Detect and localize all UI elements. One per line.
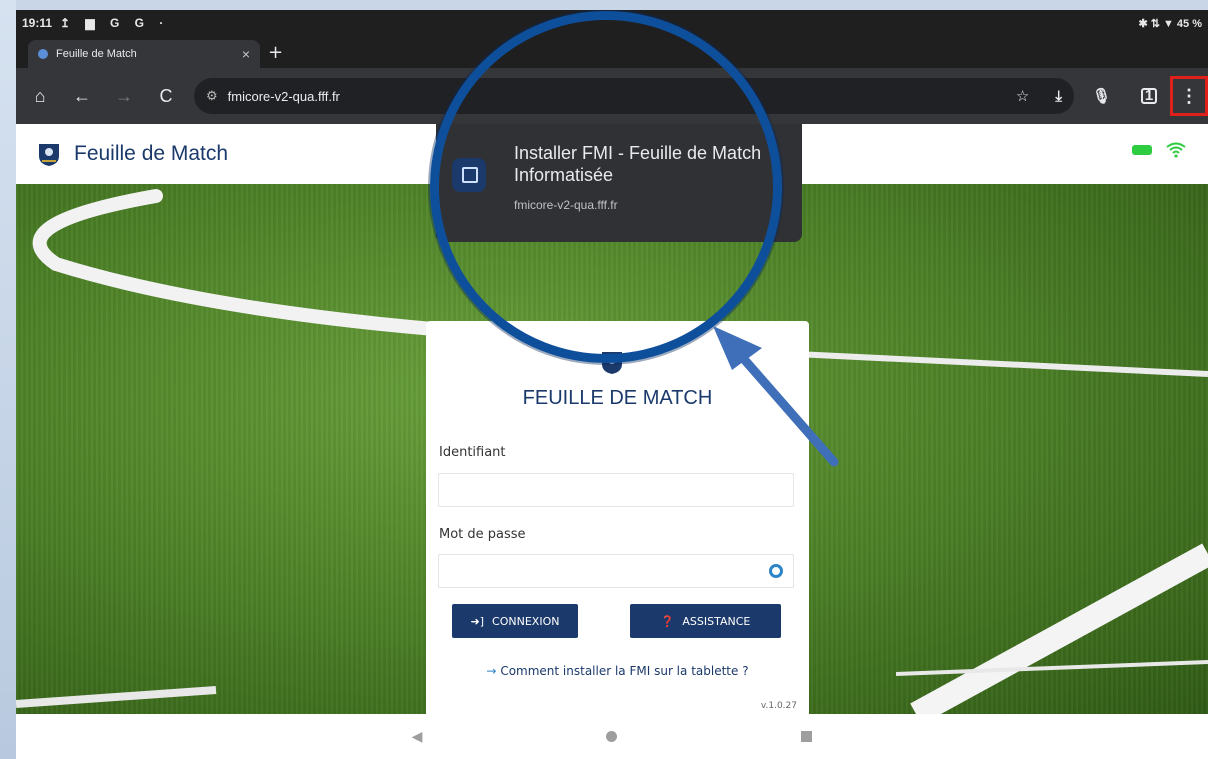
status-bar: 19:11 ↥ ▆ G G · ✱ ⇅ ▼ 45 % xyxy=(16,10,1208,36)
close-tab-icon[interactable]: × xyxy=(242,46,250,62)
tab-count-icon[interactable]: 1 xyxy=(1141,88,1158,104)
login-card: FEUILLE DE MATCH Identifiant Mot de pass… xyxy=(426,321,809,721)
tab-title: Feuille de Match xyxy=(56,48,137,60)
show-password-icon[interactable] xyxy=(769,564,783,578)
password-input[interactable] xyxy=(438,554,794,588)
back-icon[interactable]: ← xyxy=(68,86,96,107)
connect-button[interactable]: ➜] CONNEXION xyxy=(452,604,578,638)
app-title: Feuille de Match xyxy=(74,142,229,165)
install-app-domain: fmicore-v2-qua.fff.fr xyxy=(514,198,618,212)
fff-crest-icon xyxy=(38,141,60,167)
bookmark-star-icon[interactable]: ☆ xyxy=(1016,87,1029,105)
install-app-popup[interactable]: Installer FMI - Feuille de Match Informa… xyxy=(436,124,802,242)
home-icon[interactable]: ⌂ xyxy=(26,86,54,107)
tablet-screen: 19:11 ↥ ▆ G G · ✱ ⇅ ▼ 45 % Feuille de Ma… xyxy=(16,10,1208,759)
username-label: Identifiant xyxy=(439,445,506,460)
browser-tab[interactable]: Feuille de Match × xyxy=(28,40,260,68)
login-title: FEUILLE DE MATCH xyxy=(522,387,713,409)
login-icon: ➜] xyxy=(470,614,485,628)
wifi-icon xyxy=(1166,142,1186,158)
connect-label: CONNEXION xyxy=(492,614,560,628)
status-right: ✱ ⇅ ▼ 45 % xyxy=(1138,17,1202,30)
more-vert-icon: ⋮ xyxy=(1180,85,1198,106)
battery-icon xyxy=(1132,145,1152,155)
address-bar[interactable]: ⚙ fmicore-v2-qua.fff.fr ☆ ⤓ xyxy=(194,78,1074,114)
app-version: v.1.0.27 xyxy=(760,701,797,711)
android-nav-bar: ◀ xyxy=(16,714,1208,759)
browser-toolbar: ⌂ ← → C ⚙ fmicore-v2-qua.fff.fr ☆ ⤓ 🎙︎ 1… xyxy=(16,68,1208,124)
install-app-icon xyxy=(452,158,486,192)
new-tab-button[interactable]: + xyxy=(268,42,283,63)
install-help-text[interactable]: Comment installer la FMI sur la tablette… xyxy=(500,664,748,678)
install-app-title[interactable]: Installer FMI - Feuille de Match Informa… xyxy=(514,142,784,186)
status-time: 19:11 xyxy=(22,16,53,30)
download-icon[interactable]: ⤓ xyxy=(1055,88,1062,105)
tab-strip: Feuille de Match × + xyxy=(16,36,1208,68)
home-nav-icon[interactable] xyxy=(606,731,618,742)
back-nav-icon[interactable]: ◀ xyxy=(412,729,423,745)
recent-apps-icon[interactable] xyxy=(801,731,813,742)
help-circle-icon: ❓ xyxy=(660,614,675,628)
assistance-label: ASSISTANCE xyxy=(682,614,751,628)
install-help-link[interactable]: → Comment installer la FMI sur la tablet… xyxy=(426,664,809,678)
assistance-button[interactable]: ❓ ASSISTANCE xyxy=(630,604,781,638)
notification-icons: ↥ ▆ G G · xyxy=(60,16,170,30)
site-settings-icon[interactable]: ⚙ xyxy=(206,88,218,104)
arrow-right-icon: → xyxy=(486,664,497,678)
reload-icon[interactable]: C xyxy=(152,86,180,107)
screenshot-frame xyxy=(0,0,16,759)
favicon-icon xyxy=(38,49,48,59)
username-input[interactable] xyxy=(438,473,794,507)
browser-menu-button[interactable]: ⋮ xyxy=(1170,76,1208,116)
microphone-icon[interactable]: 🎙︎ xyxy=(1092,87,1111,105)
password-label: Mot de passe xyxy=(439,527,526,542)
forward-icon[interactable]: → xyxy=(110,86,138,107)
card-crest-icon xyxy=(601,349,623,379)
url-text[interactable]: fmicore-v2-qua.fff.fr xyxy=(228,89,340,104)
